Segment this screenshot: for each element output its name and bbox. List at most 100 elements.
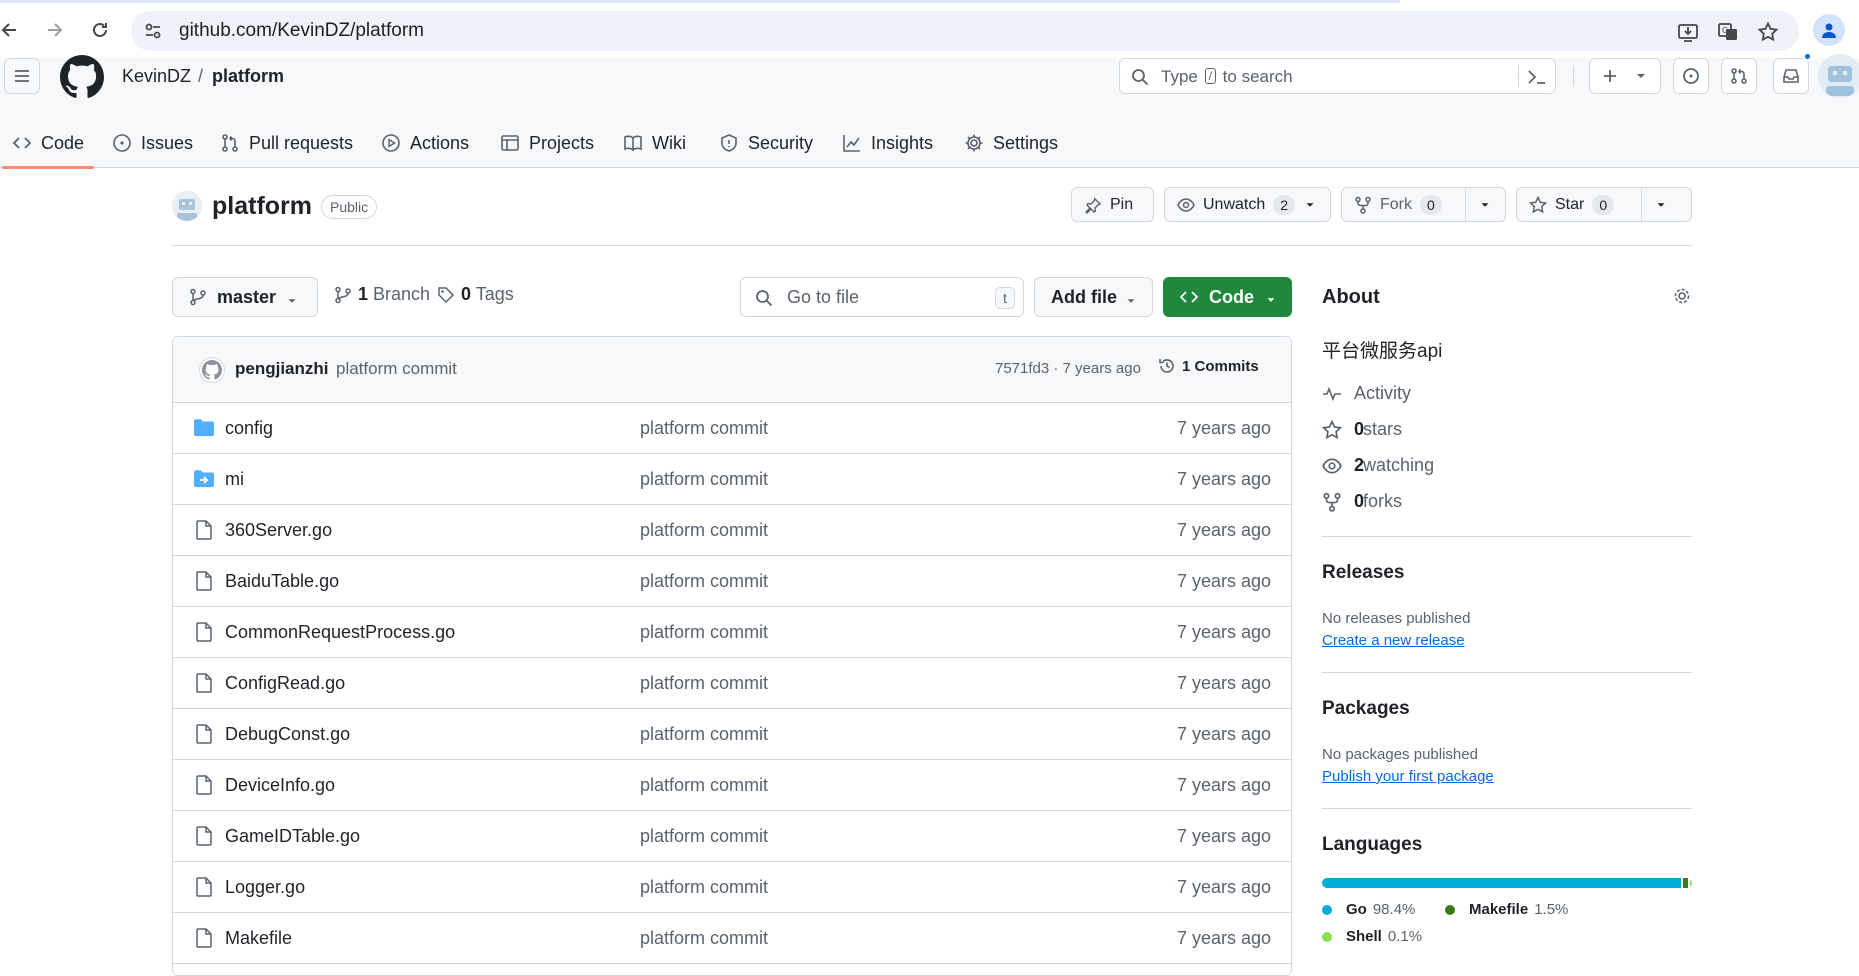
- command-palette-icon[interactable]: [1527, 68, 1547, 86]
- fork-dropdown[interactable]: [1465, 188, 1504, 221]
- stars-link[interactable]: 0 stars: [1322, 419, 1402, 440]
- file-row[interactable]: DebugConst.go platform commit 7 years ago: [173, 709, 1291, 760]
- commits-link[interactable]: 1 Commits: [1158, 357, 1259, 375]
- commit-author[interactable]: pengjianzhi: [235, 359, 329, 379]
- tab-projects[interactable]: Projects: [500, 118, 594, 168]
- pull-requests-button[interactable]: [1721, 58, 1757, 94]
- language-bar-segment[interactable]: [1690, 878, 1692, 888]
- file-row[interactable]: mi platform commit 7 years ago: [173, 454, 1291, 505]
- file-commit-message[interactable]: platform commit: [640, 571, 768, 592]
- menu-button[interactable]: [4, 58, 40, 94]
- file-name-link[interactable]: CommonRequestProcess.go: [225, 622, 455, 643]
- commit-author-avatar[interactable]: [199, 357, 225, 383]
- branch-select-button[interactable]: master: [172, 277, 318, 317]
- gear-icon[interactable]: [1672, 286, 1692, 306]
- file-row[interactable]: DeviceInfo.go platform commit 7 years ago: [173, 760, 1291, 811]
- github-logo-icon[interactable]: [60, 55, 104, 99]
- code-button[interactable]: Code: [1163, 277, 1292, 317]
- issues-button[interactable]: [1673, 58, 1709, 94]
- breadcrumb-repo[interactable]: platform: [212, 66, 284, 87]
- tab-pull-requests[interactable]: Pull requests: [220, 118, 353, 168]
- create-release-link[interactable]: Create a new release: [1322, 632, 1465, 649]
- branches-link[interactable]: 1 Branch: [334, 284, 430, 305]
- file-commit-message[interactable]: platform commit: [640, 418, 768, 439]
- publish-package-link[interactable]: Publish your first package: [1322, 768, 1494, 785]
- reload-button[interactable]: [84, 14, 116, 46]
- create-new-button[interactable]: [1589, 58, 1661, 94]
- translate-icon[interactable]: G: [1716, 20, 1740, 44]
- file-name-link[interactable]: GameIDTable.go: [225, 826, 360, 847]
- star-dropdown[interactable]: [1641, 188, 1680, 221]
- forward-button[interactable]: [38, 14, 70, 46]
- packages-heading[interactable]: Packages: [1322, 698, 1410, 720]
- file-commit-message[interactable]: platform commit: [640, 673, 768, 694]
- file-commit-age: 7 years ago: [1176, 877, 1271, 897]
- install-app-icon[interactable]: [1676, 20, 1700, 44]
- triangle-down-icon: [1481, 202, 1489, 207]
- global-search-input[interactable]: Type / to search: [1119, 58, 1556, 94]
- watch-button[interactable]: Unwatch 2: [1164, 187, 1331, 222]
- forks-link[interactable]: 0 forks: [1322, 491, 1402, 512]
- go-to-file-input[interactable]: Go to file t: [740, 277, 1024, 317]
- file-row[interactable]: 360Server.go platform commit 7 years ago: [173, 505, 1291, 556]
- tab-actions[interactable]: Actions: [381, 118, 469, 168]
- file-name-link[interactable]: config: [225, 418, 273, 439]
- bookmark-star-icon[interactable]: [1756, 20, 1780, 44]
- language-bar-segment[interactable]: [1682, 878, 1688, 888]
- language-bar-segment[interactable]: [1322, 878, 1681, 888]
- language-shell[interactable]: Shell 0.1%: [1322, 928, 1422, 945]
- file-name-link[interactable]: ConfigRead.go: [225, 673, 345, 694]
- repo-title[interactable]: platform: [212, 192, 312, 221]
- file-row[interactable]: BaiduTable.go platform commit 7 years ago: [173, 556, 1291, 607]
- commit-hash-age[interactable]: 7571fd3 · 7 years ago: [995, 360, 1141, 377]
- tab-insights[interactable]: Insights: [842, 118, 933, 168]
- file-row[interactable]: GameIDTable.go platform commit 7 years ago: [173, 811, 1291, 862]
- commit-message[interactable]: platform commit: [336, 359, 457, 379]
- address-bar[interactable]: github.com/KevinDZ/platform G: [131, 11, 1799, 51]
- tab-code[interactable]: Code: [12, 118, 84, 168]
- tab-security[interactable]: Security: [719, 118, 813, 168]
- releases-heading[interactable]: Releases: [1322, 562, 1404, 584]
- file-name-link[interactable]: DeviceInfo.go: [225, 775, 335, 796]
- back-button[interactable]: [0, 14, 26, 46]
- tab-issues[interactable]: Issues: [112, 118, 193, 168]
- user-avatar[interactable]: [1818, 54, 1859, 98]
- file-row[interactable]: ConfigRead.go platform commit 7 years ago: [173, 658, 1291, 709]
- file-name-link[interactable]: Logger.go: [225, 877, 305, 898]
- file-row[interactable]: config platform commit 7 years ago: [173, 403, 1291, 454]
- url-text[interactable]: github.com/KevinDZ/platform: [179, 20, 424, 42]
- file-commit-message[interactable]: platform commit: [640, 520, 768, 541]
- browser-profile-button[interactable]: [1813, 14, 1845, 46]
- file-commit-message[interactable]: platform commit: [640, 469, 768, 490]
- file-name-link[interactable]: Makefile: [225, 928, 292, 949]
- add-file-button[interactable]: Add file: [1034, 277, 1153, 317]
- site-info-icon[interactable]: [143, 21, 163, 41]
- file-row[interactable]: Logger.go platform commit 7 years ago: [173, 862, 1291, 913]
- file-commit-message[interactable]: platform commit: [640, 724, 768, 745]
- file-row[interactable]: CommonRequestProcess.go platform commit 7 …: [173, 607, 1291, 658]
- watchers-link[interactable]: 2 watching: [1322, 455, 1434, 476]
- fork-button[interactable]: Fork 0: [1341, 187, 1506, 222]
- tab-wiki[interactable]: Wiki: [623, 118, 686, 168]
- file-commit-message[interactable]: platform commit: [640, 775, 768, 796]
- file-commit-age: 7 years ago: [1176, 418, 1271, 438]
- file-name-link[interactable]: DebugConst.go: [225, 724, 350, 745]
- file-commit-message[interactable]: platform commit: [640, 622, 768, 643]
- inbox-button[interactable]: [1773, 58, 1809, 94]
- activity-link[interactable]: Activity: [1322, 383, 1411, 404]
- language-makefile[interactable]: Makefile 1.5%: [1445, 901, 1568, 918]
- file-name-link[interactable]: BaiduTable.go: [225, 571, 339, 592]
- tab-settings[interactable]: Settings: [964, 118, 1058, 168]
- star-button[interactable]: Star 0: [1516, 187, 1692, 222]
- language-go[interactable]: Go 98.4%: [1322, 901, 1415, 918]
- file-commit-message[interactable]: platform commit: [640, 826, 768, 847]
- file-commit-message[interactable]: platform commit: [640, 928, 768, 949]
- pin-button[interactable]: Pin: [1071, 187, 1154, 222]
- file-name-link[interactable]: 360Server.go: [225, 520, 332, 541]
- file-commit-message[interactable]: platform commit: [640, 877, 768, 898]
- tags-link[interactable]: 0 Tags: [437, 284, 514, 305]
- file-name-link[interactable]: mi: [225, 469, 244, 490]
- file-row[interactable]: Makefile platform commit 7 years ago: [173, 913, 1291, 964]
- repo-owner-avatar[interactable]: [172, 191, 202, 221]
- breadcrumb-owner[interactable]: KevinDZ: [122, 66, 191, 87]
